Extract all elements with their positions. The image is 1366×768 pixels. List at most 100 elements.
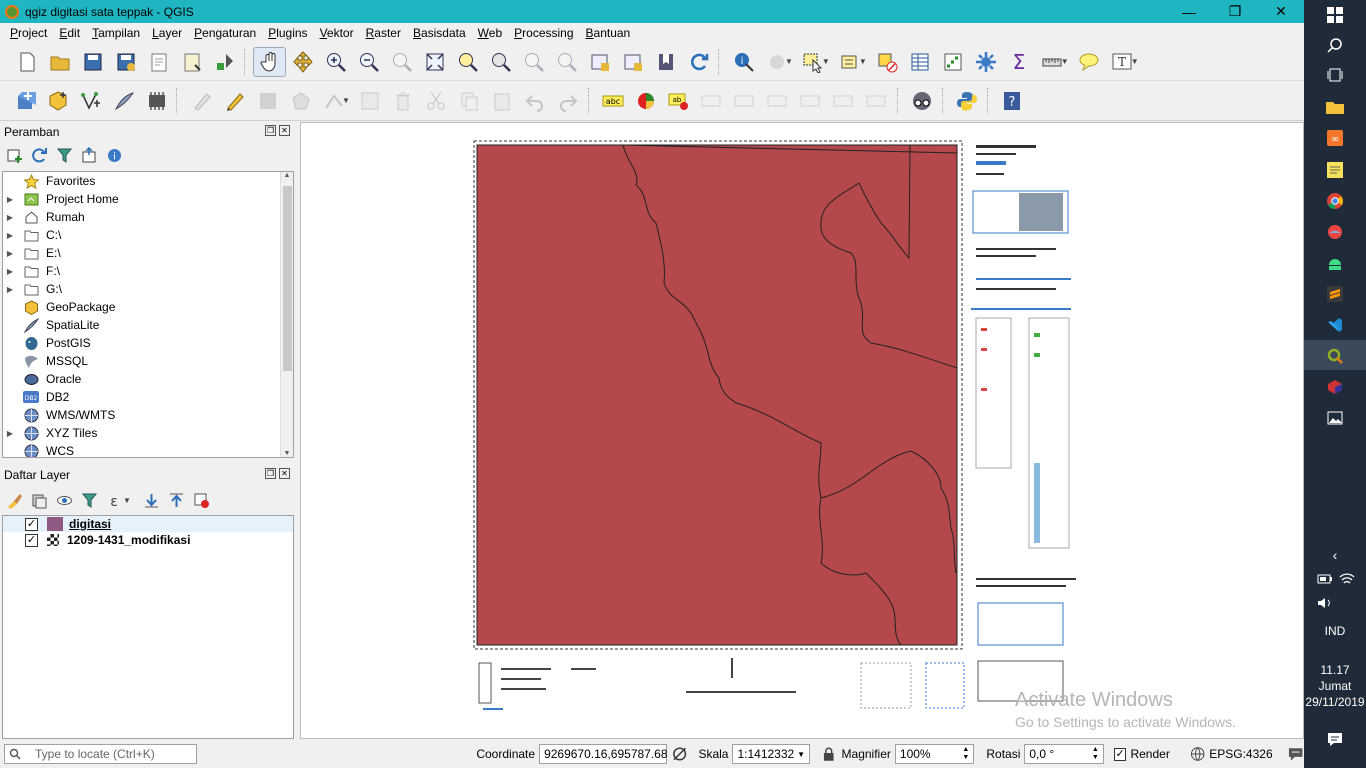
rotation-spinbox[interactable]: 0,0 ° ▲ ▼: [1024, 744, 1104, 764]
add-selected-layers-icon[interactable]: [6, 147, 23, 164]
plugin-spy-icon[interactable]: [906, 86, 939, 116]
close-panel-button[interactable]: ✕: [279, 125, 290, 136]
new-map-view-button[interactable]: [583, 47, 616, 77]
redo-button[interactable]: [552, 86, 585, 116]
close-panel-button[interactable]: ✕: [279, 468, 290, 479]
menu-web[interactable]: Web: [472, 26, 508, 40]
current-edits-button[interactable]: [185, 86, 218, 116]
add-polygon-feature-button[interactable]: [284, 86, 317, 116]
file-explorer-icon[interactable]: [1326, 98, 1344, 116]
expand-arrow-icon[interactable]: ▶: [3, 195, 17, 204]
processing-toolbox-button[interactable]: [970, 47, 1003, 77]
scroll-up-arrow-icon[interactable]: ▲: [281, 172, 293, 184]
zoom-native-resolution-button[interactable]: [385, 47, 418, 77]
expand-arrow-icon[interactable]: ▶: [3, 249, 17, 258]
pan-map-button[interactable]: [253, 46, 286, 77]
browser-item-favorites[interactable]: Favorites: [3, 172, 293, 190]
layer-item-1209-1431-modifikasi[interactable]: ✓ 1209-1431_modifikasi: [3, 532, 293, 548]
filter-icon[interactable]: [56, 147, 73, 164]
filter-legend-icon[interactable]: [81, 492, 98, 509]
expand-arrow-icon[interactable]: ▶: [3, 267, 17, 276]
expand-arrow-icon[interactable]: ▶: [3, 231, 17, 240]
browser-item-c[interactable]: ▶ C:\: [3, 226, 293, 244]
identify-features-button[interactable]: i: [727, 47, 760, 77]
show-hidden-icons-chevron-icon[interactable]: ‹: [1326, 546, 1344, 564]
chrome-icon[interactable]: [1326, 192, 1344, 210]
expand-arrow-icon[interactable]: ▶: [3, 429, 17, 438]
style-manager-button[interactable]: [208, 47, 241, 77]
lock-scale-icon[interactable]: [822, 746, 836, 762]
new-project-button[interactable]: [10, 47, 43, 77]
delete-selected-button[interactable]: [387, 86, 420, 116]
android-icon[interactable]: [1326, 254, 1344, 272]
undock-panel-button[interactable]: ❐: [265, 468, 276, 479]
menu-plugins[interactable]: Plugins: [262, 26, 313, 40]
layer-item-digitasi[interactable]: ✓ digitasi: [3, 516, 293, 532]
battery-icon[interactable]: [1316, 570, 1334, 588]
browser-item-project-home[interactable]: ▶ Project Home: [3, 190, 293, 208]
browser-item-mssql[interactable]: MSSQL: [3, 352, 293, 370]
collapse-all-icon[interactable]: [168, 492, 185, 509]
toggle-editing-button[interactable]: [218, 86, 251, 116]
xampp-icon[interactable]: ∞: [1326, 129, 1344, 147]
maximize-button[interactable]: ❐: [1212, 0, 1258, 23]
change-label-button[interactable]: [861, 86, 894, 116]
pin-labels-button[interactable]: [729, 86, 762, 116]
menu-pengaturan[interactable]: Pengaturan: [188, 26, 262, 40]
menu-edit[interactable]: Edit: [53, 26, 86, 40]
browser-item-e[interactable]: ▶ E:\: [3, 244, 293, 262]
browser-item-spatialite[interactable]: SpatiaLite: [3, 316, 293, 334]
windows-start-icon[interactable]: [1326, 6, 1344, 24]
crs-status-button[interactable]: EPSG:4326: [1209, 747, 1272, 761]
copy-features-button[interactable]: [453, 86, 486, 116]
new-print-layout-button[interactable]: [142, 47, 175, 77]
scrollbar-thumb[interactable]: [283, 186, 292, 371]
highlight-pinned-labels-button[interactable]: [696, 86, 729, 116]
dropdown-arrow-icon[interactable]: ▼: [822, 57, 830, 66]
refresh-button[interactable]: [682, 47, 715, 77]
paste-features-button[interactable]: [486, 86, 519, 116]
qgis-taskbar-icon[interactable]: [1326, 347, 1344, 365]
browser-item-db2[interactable]: DB2 DB2: [3, 388, 293, 406]
expand-all-icon[interactable]: [143, 492, 160, 509]
coordinate-field[interactable]: 9269670.16,695787.68: [539, 744, 668, 764]
layer-labeling-options-button[interactable]: ab: [663, 86, 696, 116]
magnifier-spinbox[interactable]: 100% ▲ ▼: [894, 744, 975, 764]
remove-layer-icon[interactable]: [193, 492, 210, 509]
save-layer-edits-button[interactable]: [251, 86, 284, 116]
zoom-to-selection-button[interactable]: [451, 47, 484, 77]
zoom-to-layer-button[interactable]: [484, 47, 517, 77]
save-as-button[interactable]: [109, 47, 142, 77]
menu-project[interactable]: Project: [4, 26, 53, 40]
browser-item-geopackage[interactable]: GeoPackage: [3, 298, 293, 316]
globe-crs-icon[interactable]: [1190, 746, 1205, 762]
map-tips-button[interactable]: [1073, 47, 1106, 77]
add-group-icon[interactable]: [31, 492, 48, 509]
close-button[interactable]: ✕: [1258, 0, 1304, 23]
statistical-summary-button[interactable]: [937, 47, 970, 77]
filter-by-expression-icon[interactable]: ε: [106, 492, 123, 509]
menu-layer[interactable]: Layer: [146, 26, 188, 40]
open-project-button[interactable]: [43, 47, 76, 77]
menu-basisdata[interactable]: Basisdata: [407, 26, 472, 40]
wifi-icon[interactable]: [1338, 570, 1356, 588]
open-attribute-table-button[interactable]: [904, 47, 937, 77]
toggle-extents-mouse-icon[interactable]: [671, 745, 688, 763]
menu-vektor[interactable]: Vektor: [314, 26, 360, 40]
zoom-out-button[interactable]: [352, 47, 385, 77]
menu-processing[interactable]: Processing: [508, 26, 579, 40]
new-geopackage-layer-button[interactable]: [41, 86, 74, 116]
browser-item-xyz-tiles[interactable]: ▶ XYZ Tiles: [3, 424, 293, 442]
photos-icon[interactable]: [1326, 409, 1344, 427]
browser-item-wms-wmts[interactable]: WMS/WMTS: [3, 406, 293, 424]
manage-map-themes-icon[interactable]: [56, 492, 73, 509]
new-spatialite-layer-button[interactable]: [107, 86, 140, 116]
locator-search-input[interactable]: Type to locate (Ctrl+K): [4, 744, 198, 764]
browser-item-oracle[interactable]: Oracle: [3, 370, 293, 388]
render-checkbox[interactable]: ✓: [1113, 747, 1127, 761]
undo-button[interactable]: [519, 86, 552, 116]
zoom-next-button[interactable]: [550, 47, 583, 77]
map-canvas[interactable]: Activate Windows Go to Settings to activ…: [300, 122, 1304, 739]
spin-arrows-icon[interactable]: ▲ ▼: [962, 746, 969, 762]
minimize-button[interactable]: —: [1166, 0, 1212, 23]
